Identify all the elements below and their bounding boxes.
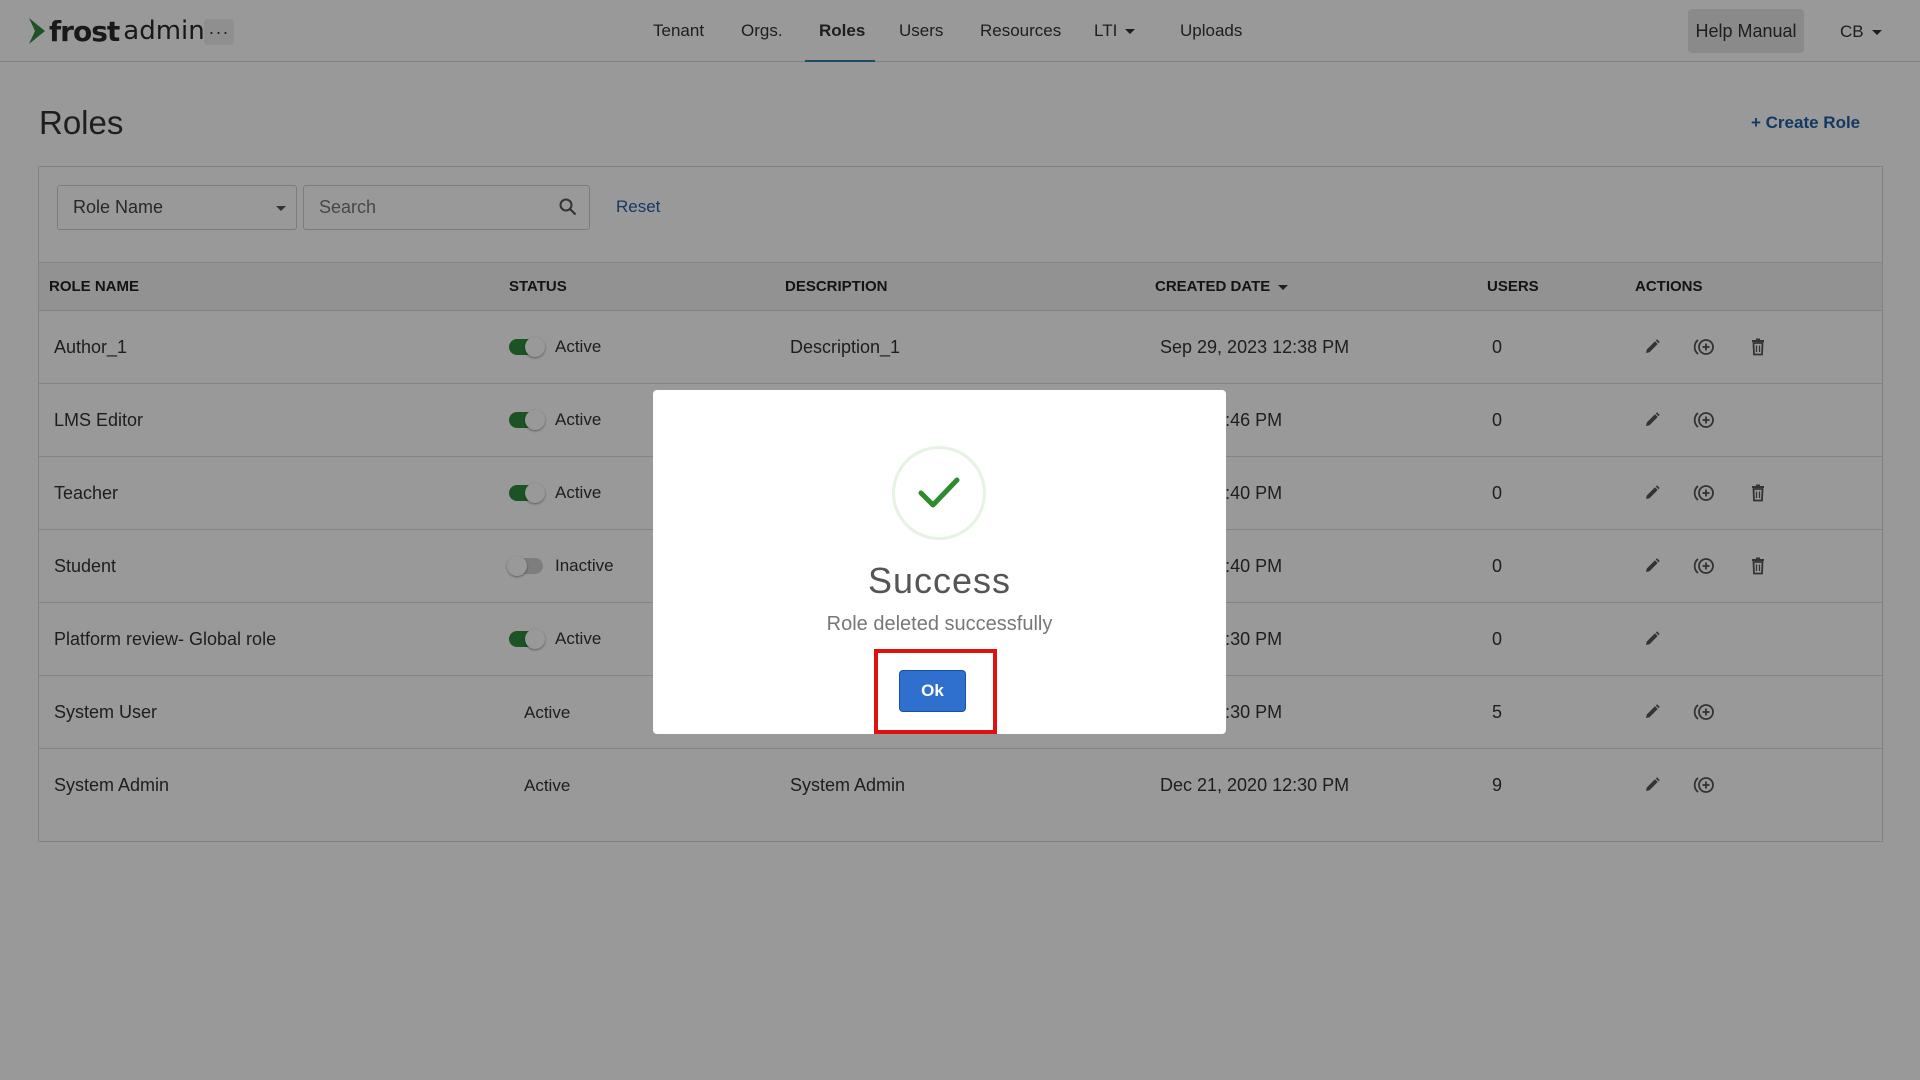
success-dialog: Success Role deleted successfully Ok: [653, 390, 1226, 734]
success-check-icon: [892, 446, 986, 540]
ok-button[interactable]: Ok: [899, 670, 966, 712]
dialog-title: Success: [867, 560, 1012, 601]
dialog-message: Role deleted successfully: [826, 613, 1053, 635]
